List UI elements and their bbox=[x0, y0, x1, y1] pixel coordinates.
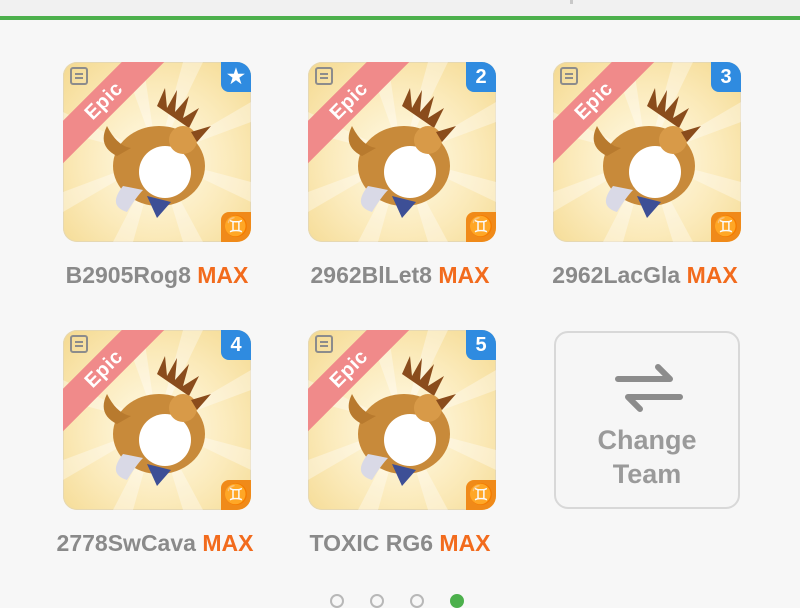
dragon-name: B2905Rog8 bbox=[65, 262, 191, 288]
change-team-button[interactable]: Change Team bbox=[554, 331, 740, 509]
dragon-card[interactable]: Epic 4 ♊ bbox=[63, 330, 251, 510]
change-team-label: Change Team bbox=[556, 423, 738, 491]
slot-badge: 5 bbox=[466, 330, 496, 360]
slot-badge: 4 bbox=[221, 330, 251, 360]
document-icon bbox=[70, 67, 88, 85]
slot-badge: 3 bbox=[711, 62, 741, 92]
document-icon bbox=[315, 67, 333, 85]
change-team-line1: Change bbox=[597, 425, 697, 455]
level-max: MAX bbox=[202, 530, 254, 556]
dragon-name: 2962LacGla bbox=[552, 262, 681, 288]
level-max: MAX bbox=[439, 530, 491, 556]
document-icon bbox=[560, 67, 578, 85]
dragon-name: 2962BlLet8 bbox=[310, 262, 432, 288]
level-max: MAX bbox=[197, 262, 249, 288]
dragon-name: TOXIC RG6 bbox=[309, 530, 434, 556]
dragon-name-label: B2905Rog8 MAX bbox=[37, 262, 277, 289]
level-max: MAX bbox=[438, 262, 490, 288]
element-icon: ♊ bbox=[711, 212, 741, 242]
dragon-name-label: TOXIC RG6 MAX bbox=[280, 530, 520, 557]
slot-badge-leader: ★ bbox=[221, 62, 251, 92]
dragon-card[interactable]: Epic 5 ♊ bbox=[308, 330, 496, 510]
element-icon: ♊ bbox=[466, 480, 496, 510]
slot-badge: 2 bbox=[466, 62, 496, 92]
dragon-name-label: 2778SwCava MAX bbox=[35, 530, 275, 557]
element-icon: ♊ bbox=[221, 212, 251, 242]
dragon-name: 2778SwCava bbox=[56, 530, 196, 556]
document-icon bbox=[70, 335, 88, 353]
dragon-name-label: 2962LacGla MAX bbox=[525, 262, 765, 289]
document-icon bbox=[315, 335, 333, 353]
top-status-bar bbox=[0, 0, 800, 20]
page-indicator[interactable] bbox=[330, 594, 480, 608]
dragon-card[interactable]: Epic ★ ♊ bbox=[63, 62, 251, 242]
dragon-name-label: 2962BlLet8 MAX bbox=[280, 262, 520, 289]
level-max: MAX bbox=[686, 262, 738, 288]
element-icon: ♊ bbox=[221, 480, 251, 510]
dragon-card[interactable]: Epic 3 ♊ bbox=[553, 62, 741, 242]
swap-arrows-icon bbox=[615, 364, 683, 412]
change-team-line2: Team bbox=[612, 459, 682, 489]
top-bar-tick bbox=[570, 0, 573, 4]
dragon-card[interactable]: Epic 2 ♊ bbox=[308, 62, 496, 242]
page-dot-active[interactable] bbox=[450, 594, 464, 608]
page-dot[interactable] bbox=[330, 594, 344, 608]
page-dot[interactable] bbox=[370, 594, 384, 608]
page-dot[interactable] bbox=[410, 594, 424, 608]
element-icon: ♊ bbox=[466, 212, 496, 242]
